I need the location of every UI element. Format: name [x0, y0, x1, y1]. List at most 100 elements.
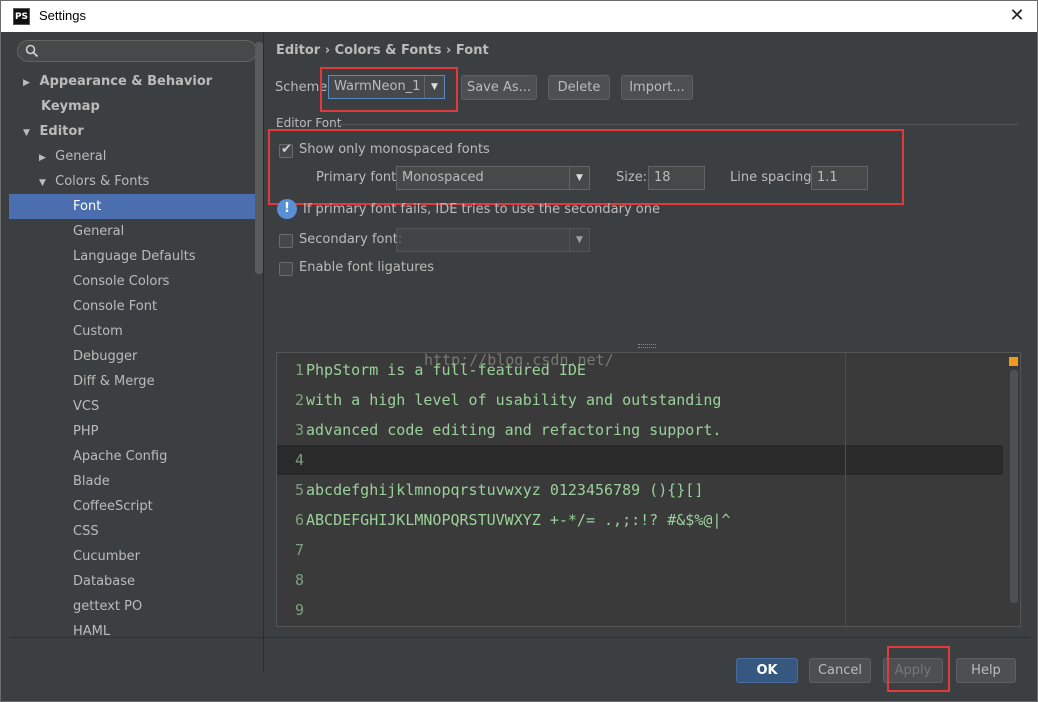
line-number: 4	[294, 451, 304, 469]
search-input[interactable]	[44, 43, 249, 59]
sidebar-item-label: PHP	[73, 424, 99, 439]
preview-line: 4	[277, 445, 1003, 475]
secondary-font-combo[interactable]: ▼	[396, 228, 590, 252]
secondary-font-checkbox[interactable]	[279, 234, 293, 248]
apply-highlight-box	[887, 646, 950, 692]
splitter-handle[interactable]	[638, 344, 656, 348]
sidebar-item-label: Font	[73, 199, 102, 214]
scheme-highlight-box	[320, 67, 458, 112]
sidebar-item-css[interactable]: CSS	[9, 519, 255, 544]
save-as-button[interactable]: Save As...	[461, 75, 537, 100]
sidebar-item-custom[interactable]: Custom	[9, 319, 255, 344]
chevron-down-icon: ▼	[569, 229, 589, 251]
sidebar-item-label: Blade	[73, 474, 110, 489]
error-stripe-marker[interactable]	[1009, 357, 1018, 366]
preview-line: 7	[277, 535, 1003, 565]
line-number: 2	[294, 391, 304, 409]
sidebar-item-editor[interactable]: ▼ Editor	[9, 119, 255, 144]
preview-scrollbar[interactable]	[1010, 370, 1018, 603]
search-box[interactable]	[17, 40, 257, 62]
sidebar-item-label: Console Font	[73, 299, 158, 314]
sidebar-item-label: Apache Config	[73, 449, 168, 464]
font-settings-highlight-box	[268, 129, 904, 205]
sidebar-item-keymap[interactable]: Keymap	[9, 94, 255, 119]
title-bar: PS Settings ✕	[1, 1, 1037, 32]
line-number: 6	[294, 511, 304, 529]
expanded-arrow-icon[interactable]: ▼	[39, 171, 51, 196]
sidebar-item-gettext-po[interactable]: gettext PO	[9, 594, 255, 619]
line-number: 3	[294, 421, 304, 439]
sidebar-item-haml[interactable]: HAML	[9, 619, 255, 644]
cancel-button[interactable]: Cancel	[809, 658, 871, 683]
sidebar-item-vcs[interactable]: VCS	[9, 394, 255, 419]
sidebar-item-label: Language Defaults	[73, 249, 196, 264]
window-title: Settings	[39, 8, 86, 23]
sidebar-item-console-font[interactable]: Console Font	[9, 294, 255, 319]
fallback-info-text: If primary font fails, IDE tries to use …	[303, 202, 660, 217]
line-number: 7	[294, 541, 304, 559]
line-number: 8	[294, 571, 304, 589]
preview-line: 3 advanced code editing and refactoring s…	[277, 415, 1003, 445]
line-text: with a high level of usability and outst…	[306, 391, 722, 409]
sidebar-item-colors-fonts[interactable]: ▼ Colors & Fonts	[9, 169, 255, 194]
sidebar-item-appearance-behavior[interactable]: ▶ Appearance & Behavior	[9, 69, 255, 94]
line-number: 5	[294, 481, 304, 499]
sidebar-item-label: Keymap	[41, 99, 100, 114]
sidebar-item-label: Console Colors	[73, 274, 170, 289]
line-number: 1	[294, 361, 304, 379]
sidebar-item-label: General	[55, 149, 107, 164]
sidebar-item-console-colors[interactable]: Console Colors	[9, 269, 255, 294]
sidebar-item-font[interactable]: Font	[9, 194, 255, 219]
font-preview-editor[interactable]: 1 PhpStorm is a full-featured IDE 2 with a …	[276, 352, 1021, 627]
sidebar-item-general[interactable]: General	[9, 219, 255, 244]
sidebar-item-database[interactable]: Database	[9, 569, 255, 594]
preview-line: 1 PhpStorm is a full-featured IDE	[277, 355, 1003, 385]
close-button[interactable]: ✕	[1003, 3, 1031, 29]
ligatures-checkbox[interactable]	[279, 262, 293, 276]
expanded-arrow-icon[interactable]: ▼	[23, 121, 35, 146]
sidebar-item-label: General	[73, 224, 125, 239]
sidebar-scrollbar[interactable]	[255, 42, 263, 274]
collapsed-arrow-icon[interactable]: ▶	[23, 71, 35, 96]
phpstorm-app-icon: PS	[13, 8, 30, 25]
sidebar-item-general[interactable]: ▶ General	[9, 144, 255, 169]
sidebar-item-label: Diff & Merge	[73, 374, 155, 389]
preview-line: 6 ABCDEFGHIJKLMNOPQRSTUVWXYZ +-*/= .,;:!?…	[277, 505, 1003, 535]
sidebar-item-diff-merge[interactable]: Diff & Merge	[9, 369, 255, 394]
sidebar-item-blade[interactable]: Blade	[9, 469, 255, 494]
secondary-font-label: Secondary font:	[299, 232, 403, 247]
ok-button[interactable]: OK	[736, 658, 798, 683]
sidebar-item-apache-config[interactable]: Apache Config	[9, 444, 255, 469]
settings-sidebar: ▶ Appearance & Behavior Keymap ▼ Editor ▶ G…	[9, 32, 264, 672]
sidebar-item-label: CSS	[73, 524, 99, 539]
delete-button[interactable]: Delete	[548, 75, 610, 100]
sidebar-item-label: Editor	[39, 124, 84, 139]
section-divider	[338, 124, 1018, 125]
line-text: ABCDEFGHIJKLMNOPQRSTUVWXYZ +-*/= .,;:!? …	[306, 511, 731, 529]
preview-line: 8	[277, 565, 1003, 595]
ligatures-label: Enable font ligatures	[299, 260, 435, 275]
footer-divider	[9, 637, 1031, 638]
sidebar-item-label: Appearance & Behavior	[39, 74, 213, 89]
line-text: abcdefghijklmnopqrstuvwxyz 0123456789 ()…	[306, 481, 704, 499]
help-button[interactable]: Help	[956, 658, 1016, 683]
sidebar-item-label: Cucumber	[73, 549, 140, 564]
settings-window: PS Settings ✕ ▶ Appearance & Behavior Key…	[0, 0, 1038, 702]
watermark-text: http://blog.csdn.net/	[424, 351, 614, 369]
sidebar-item-cucumber[interactable]: Cucumber	[9, 544, 255, 569]
line-number: 9	[294, 601, 304, 619]
sidebar-item-language-defaults[interactable]: Language Defaults	[9, 244, 255, 269]
preview-line: 9	[277, 595, 1003, 625]
editor-font-section-label: Editor Font	[276, 116, 342, 130]
sidebar-item-php[interactable]: PHP	[9, 419, 255, 444]
breadcrumb: Editor › Colors & Fonts › Font	[276, 43, 489, 58]
search-icon	[25, 44, 39, 58]
sidebar-item-coffeescript[interactable]: CoffeeScript	[9, 494, 255, 519]
preview-line: 2 with a high level of usability and outs…	[277, 385, 1003, 415]
sidebar-item-debugger[interactable]: Debugger	[9, 344, 255, 369]
sidebar-item-label: VCS	[73, 399, 100, 414]
collapsed-arrow-icon[interactable]: ▶	[39, 146, 51, 171]
info-icon: !	[277, 199, 297, 219]
line-text: advanced code editing and refactoring su…	[306, 421, 722, 439]
import-button[interactable]: Import...	[621, 75, 693, 100]
